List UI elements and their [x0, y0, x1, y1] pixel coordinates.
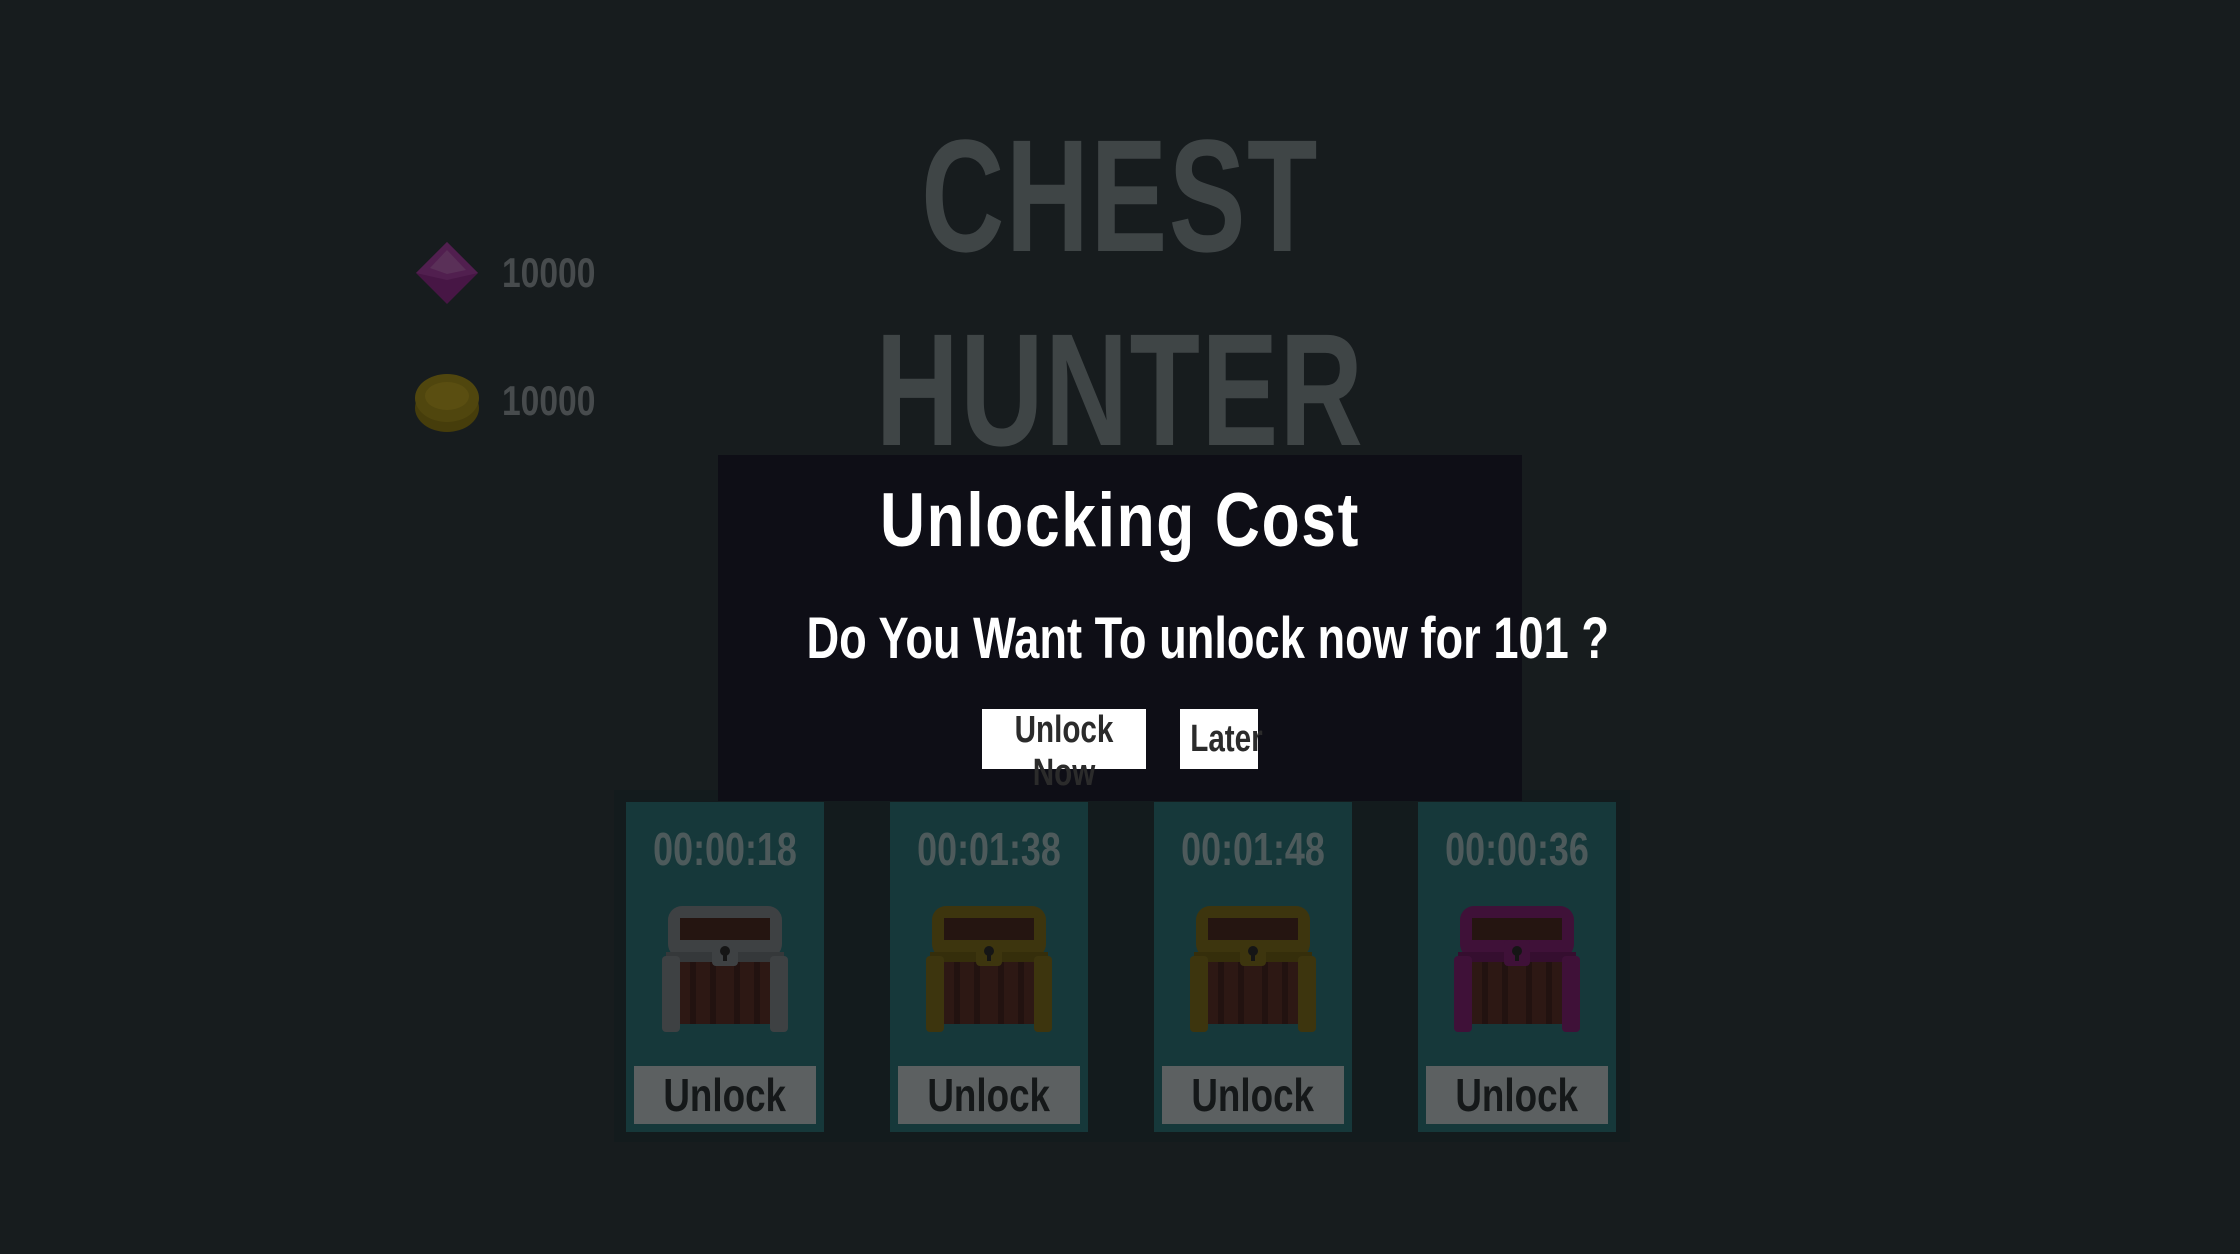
dialog-title: Unlocking Cost	[879, 478, 1360, 563]
dialog-message: Do You Want To unlock now for 101 ?	[806, 606, 1610, 671]
unlock-now-button[interactable]: Unlock Now	[982, 709, 1146, 794]
unlock-cost-dialog: Unlocking Cost Do You Want To unlock now…	[718, 455, 1610, 801]
later-button[interactable]: Later	[1180, 709, 1263, 769]
